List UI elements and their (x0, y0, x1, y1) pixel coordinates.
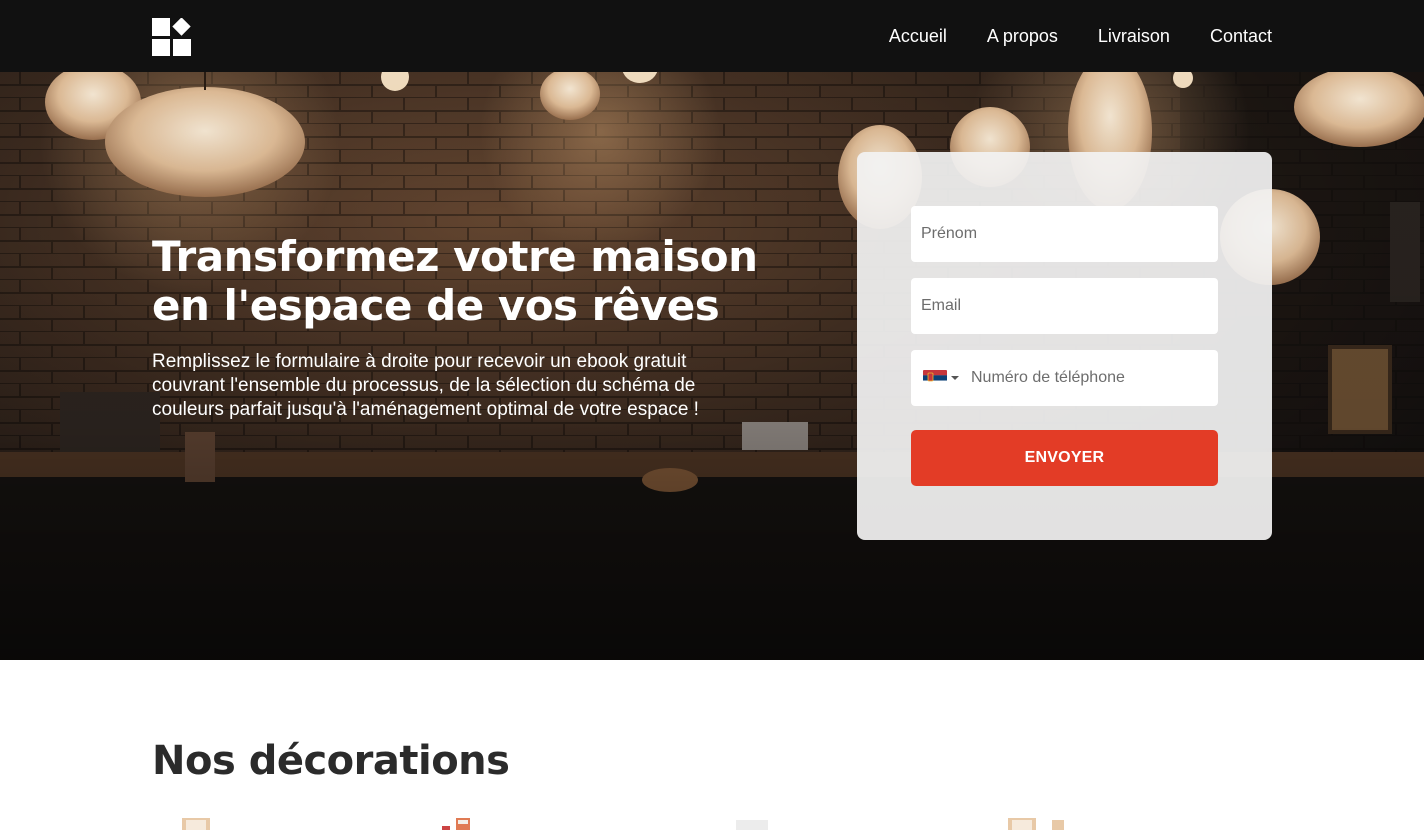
serbia-flag-icon (923, 370, 947, 386)
chevron-down-icon (951, 376, 959, 380)
country-code-selector[interactable] (923, 368, 963, 388)
first-name-input[interactable] (911, 206, 1218, 262)
blocks-logo-icon[interactable] (152, 18, 192, 56)
hero-headline-line-1: Transformez votre maison (152, 232, 758, 281)
nav-link-accueil[interactable]: Accueil (889, 26, 947, 47)
hero-headline: Transformez votre maison en l'espace de … (152, 232, 792, 330)
nav-link-livraison[interactable]: Livraison (1098, 26, 1170, 47)
decoration-thumbnail[interactable] (180, 816, 214, 830)
submit-button[interactable]: ENVOYER (911, 430, 1218, 486)
hero-headline-line-2: en l'espace de vos rêves (152, 281, 720, 330)
decoration-thumbnail[interactable] (440, 816, 482, 830)
lead-form: ENVOYER (857, 152, 1272, 540)
nav-link-contact[interactable]: Contact (1210, 26, 1272, 47)
decorations-section-title: Nos décorations (152, 738, 510, 784)
nav-link-a-propos[interactable]: A propos (987, 26, 1058, 47)
hero-subtext: Remplissez le formulaire à droite pour r… (152, 351, 699, 420)
phone-number-input[interactable] (971, 350, 1211, 406)
hero-section: Transformez votre maison en l'espace de … (0, 72, 1424, 660)
top-navigation-bar: Accueil A propos Livraison Contact (0, 0, 1424, 72)
email-input[interactable] (911, 278, 1218, 334)
phone-field (911, 350, 1218, 406)
decoration-thumbnail[interactable] (1006, 816, 1070, 830)
main-nav: Accueil A propos Livraison Contact (889, 0, 1272, 72)
decoration-thumbnail[interactable] (734, 816, 770, 830)
